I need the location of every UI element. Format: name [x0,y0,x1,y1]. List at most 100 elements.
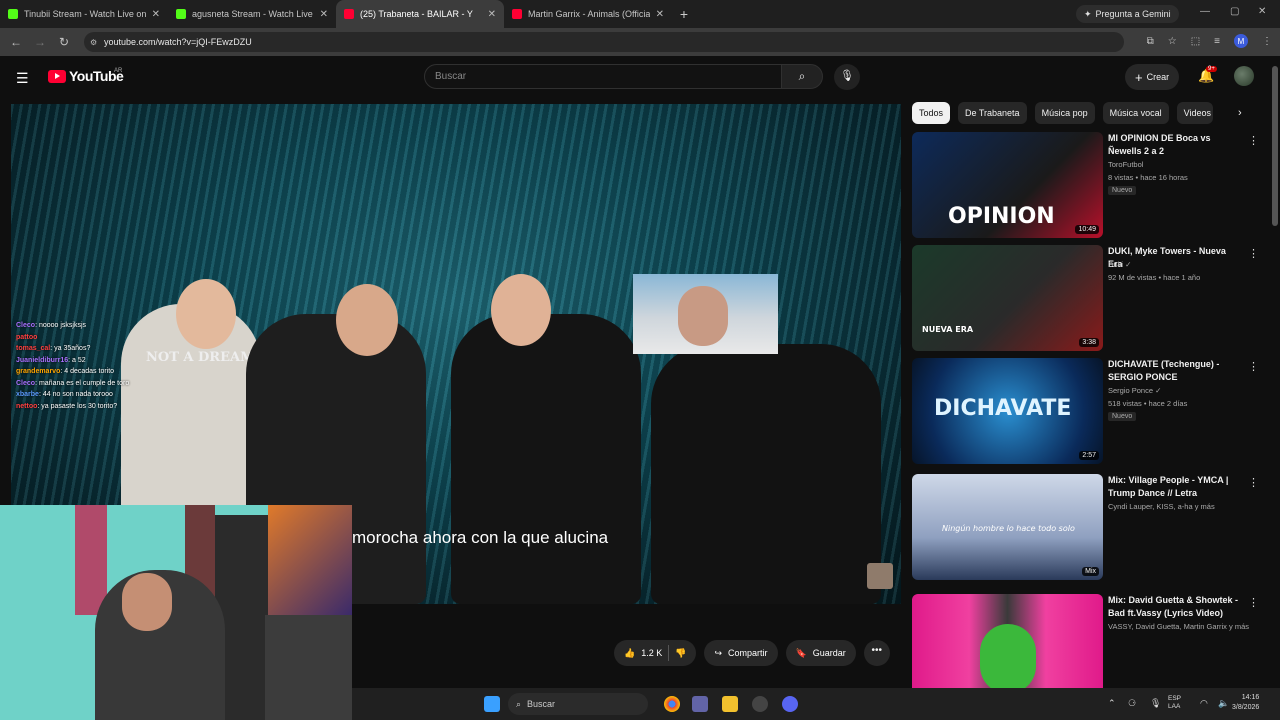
create-button[interactable]: + Crear [1125,64,1180,90]
youtube-logo[interactable]: YouTube [48,68,124,84]
browser-menu-icon[interactable]: ⋮ [1262,36,1272,47]
close-tab-icon[interactable]: ✕ [488,9,496,20]
volume-icon[interactable]: 🔈 [1218,698,1229,709]
gemini-icon: ✦ [1084,8,1092,19]
window-close-icon[interactable]: ✕ [1258,6,1266,17]
new-badge: Nuevo [1108,412,1137,421]
gemini-button[interactable]: ✦ Pregunta a Gemini [1076,5,1179,23]
thumbnail-text: DICHAVATE [934,396,1072,421]
system-clock[interactable]: 14:16 3/8/2026 [1232,693,1259,713]
bookmark-star-icon[interactable]: ☆ [1168,36,1177,47]
tray-chevron-icon[interactable]: ⌃ [1108,698,1116,709]
page-scrollbar[interactable] [1270,56,1280,688]
recommended-mix[interactable]: Ningún hombre lo hace todo solo Mix Mix:… [912,474,1262,580]
more-actions-button[interactable]: ••• [863,640,890,666]
more-options-icon[interactable]: ⋮ [1248,134,1259,147]
menu-hamburger-icon[interactable]: ☰ [16,70,29,87]
network-icon[interactable]: ⚆ [1128,698,1136,709]
site-info-icon[interactable]: ⚙ [90,38,97,47]
wifi-icon[interactable]: ◠ [1200,698,1208,709]
channel-name[interactable]: Duki ✓ [1108,260,1131,269]
search-button[interactable]: ⌕ [781,64,823,89]
browser-tab[interactable]: Tinubii Stream - Watch Live on ✕ [0,0,168,28]
recommended-video[interactable]: OPINION 10:49 MI OPINION DE Boca vs Ñewe… [912,132,1262,238]
more-options-icon[interactable]: ⋮ [1248,476,1259,489]
chip-all[interactable]: Todos [912,102,951,124]
maximize-icon[interactable]: ▢ [1230,6,1239,17]
scrollbar-thumb[interactable] [1272,66,1278,226]
country-code: AR [114,68,123,74]
verified-icon: ✓ [1155,386,1162,395]
channel-name[interactable]: ToroFutbol [1108,160,1143,169]
reading-list-icon[interactable]: ≡ [1214,36,1220,47]
browser-tab[interactable]: Martin Garrix - Animals (Officia ✕ [504,0,672,28]
more-options-icon[interactable]: ⋮ [1248,360,1259,373]
video-thumbnail[interactable]: OPINION 10:49 [912,132,1103,238]
minimize-icon[interactable]: — [1200,6,1210,17]
close-tab-icon[interactable]: ✕ [656,9,664,20]
channel-watermark[interactable] [867,563,893,589]
video-title[interactable]: DICHAVATE (Techengue) - SERGIO PONCE [1108,358,1242,384]
verified-icon: ✓ [1125,260,1132,269]
video-meta: 8 vistas • hace 16 horas [1108,173,1188,182]
video-thumbnail[interactable]: Ningún hombre lo hace todo solo Mix [912,474,1103,580]
channel-name[interactable]: Cyndi Lauper, KISS, a-ha y más [1108,502,1215,511]
chip-channel[interactable]: De Trabaneta [958,102,1027,124]
profile-avatar[interactable]: M [1234,34,1248,48]
video-title[interactable]: Mix: David Guetta & Showtek - Bad ft.Vas… [1108,594,1242,620]
back-icon[interactable]: ← [4,35,28,49]
chip-vocal[interactable]: Música vocal [1102,102,1169,124]
account-avatar[interactable] [1234,66,1254,86]
save-button[interactable]: 🔖 Guardar [785,640,856,666]
video-title[interactable]: Mix: Village People - YMCA | Trump Dance… [1108,474,1242,500]
thumbs-down-icon[interactable]: 👎 [675,648,686,659]
computer-tower [265,615,352,720]
install-app-icon[interactable]: ⧉ [1147,36,1154,47]
streamer-face [122,573,172,631]
chat-text: : mañana es el cumple de toro [35,379,130,387]
share-button[interactable]: ↪ Compartir [704,640,778,666]
recommended-video[interactable]: NUEVA ERA 3:38 DUKI, Myke Towers - Nueva… [912,245,1262,351]
url-text: youtube.com/watch?v=jQI-FEwzDZU [104,37,252,47]
like-count[interactable]: 1.2 K [641,648,662,658]
app-icon[interactable] [752,696,768,712]
chrome-icon[interactable] [664,696,680,712]
channel-name[interactable]: Sergio Ponce ✓ [1108,386,1161,395]
notification-count-badge: 9+ [1206,66,1217,72]
new-tab-button[interactable]: + [672,6,696,22]
chevron-right-icon[interactable]: › [1238,107,1242,119]
forward-icon[interactable]: → [28,35,52,49]
channel-name[interactable]: VASSY, David Guetta, Martin Garrix y más [1108,622,1249,631]
voice-search-button[interactable]: 🎙 [834,64,860,90]
chat-user: grandemarvo [16,368,61,375]
browser-tab-active[interactable]: (25) Trabaneta - BAILAR - Y ✕ [336,0,504,28]
taskbar-search-label: Buscar [527,699,556,709]
more-options-icon[interactable]: ⋮ [1248,596,1259,609]
video-thumbnail[interactable] [912,594,1103,700]
windows-start-icon[interactable] [484,696,500,712]
recommended-mix[interactable]: Mix: David Guetta & Showtek - Bad ft.Vas… [912,594,1262,700]
mic-tray-icon[interactable]: 🎙 [1150,698,1161,709]
recommended-video[interactable]: DICHAVATE 2:57 DICHAVATE (Techengue) - S… [912,358,1262,464]
chip-pop[interactable]: Música pop [1034,102,1095,124]
file-explorer-icon[interactable] [722,696,738,712]
discord-icon[interactable] [782,696,798,712]
more-options-icon[interactable]: ⋮ [1248,247,1259,260]
teams-icon[interactable] [692,696,708,712]
url-field[interactable]: ⚙ youtube.com/watch?v=jQI-FEwzDZU [84,32,1124,52]
input-language[interactable]: ESP LAA [1168,695,1181,711]
browser-tab[interactable]: agusneta Stream - Watch Live o ✕ [168,0,336,28]
taskbar-search[interactable]: ⌕ Buscar [508,693,648,715]
close-tab-icon[interactable]: ✕ [320,9,328,20]
overlay-picture [633,274,778,354]
extensions-icon[interactable]: ⬚ [1191,36,1200,47]
chip-videos[interactable]: Videos [1176,102,1213,124]
close-tab-icon[interactable]: ✕ [152,9,160,20]
video-title[interactable]: MI OPINION DE Boca vs Ñewells 2 a 2 [1108,132,1242,158]
video-thumbnail[interactable]: NUEVA ERA 3:38 [912,245,1103,351]
duration-badge: 10:49 [1075,225,1099,234]
video-thumbnail[interactable]: DICHAVATE 2:57 [912,358,1103,464]
thumbs-up-icon[interactable]: 👍 [624,648,635,659]
search-input[interactable]: Buscar [424,64,782,89]
reload-icon[interactable]: ↻ [52,35,76,49]
